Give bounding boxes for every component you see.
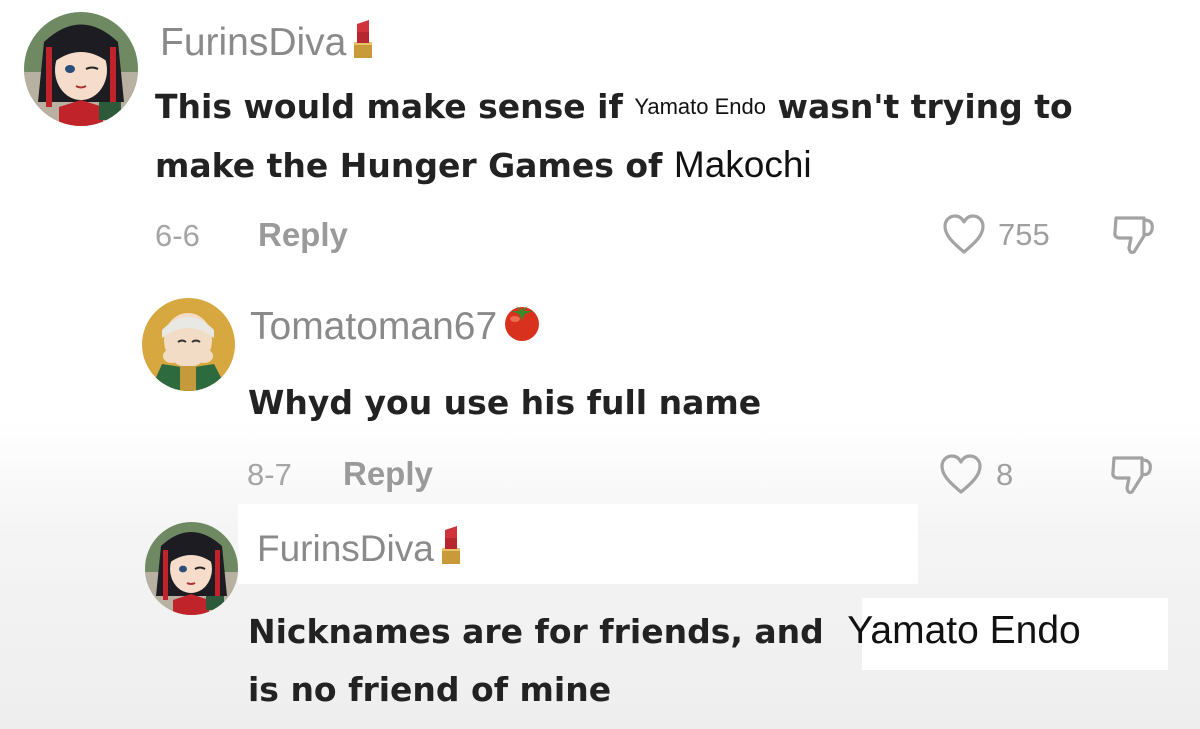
- like-count: 8: [996, 457, 1014, 492]
- comment-text-part: make the Hunger Games of: [155, 146, 663, 185]
- comment-text: This would make sense if Yamato Endo was…: [155, 78, 1073, 195]
- username-text: FurinsDiva: [257, 528, 434, 569]
- mention[interactable]: Yamato Endo: [847, 609, 1080, 652]
- avatar[interactable]: [145, 522, 238, 615]
- mention[interactable]: Yamato Endo: [634, 94, 766, 119]
- comment-text-part: Nicknames are for friends, and: [248, 612, 824, 651]
- comment-text-part: is no friend of mine: [248, 670, 612, 709]
- comment-text: Nicknames are for friends, and Yamato En…: [248, 602, 1081, 719]
- comment-text-part: Whyd you use his full name: [248, 383, 762, 422]
- thumbs-down-icon[interactable]: [1110, 212, 1156, 262]
- mention[interactable]: Makochi: [674, 144, 812, 185]
- tomato-icon: [501, 302, 543, 352]
- reply-button[interactable]: Reply: [343, 455, 433, 493]
- comment-text-part: wasn't trying to: [777, 87, 1073, 126]
- comment-date: 8-7: [247, 457, 292, 492]
- reply-button[interactable]: Reply: [258, 216, 348, 254]
- username-text: FurinsDiva: [160, 21, 347, 64]
- username[interactable]: Tomatoman67: [250, 302, 543, 352]
- lipstick-icon: [350, 20, 376, 68]
- username[interactable]: FurinsDiva: [257, 526, 464, 573]
- comment-text-part: This would make sense if: [155, 87, 623, 126]
- username[interactable]: FurinsDiva: [160, 20, 376, 68]
- comment-date: 6-6: [155, 218, 200, 253]
- avatar[interactable]: [24, 12, 138, 126]
- thumbs-down-icon[interactable]: [1108, 452, 1154, 502]
- comment-text: Whyd you use his full name: [248, 374, 761, 432]
- heart-outline-icon[interactable]: [939, 454, 983, 500]
- heart-outline-icon[interactable]: [942, 214, 986, 260]
- username-text: Tomatoman67: [250, 305, 498, 348]
- lipstick-icon: [438, 526, 464, 573]
- avatar[interactable]: [142, 298, 235, 391]
- like-count: 755: [998, 217, 1050, 252]
